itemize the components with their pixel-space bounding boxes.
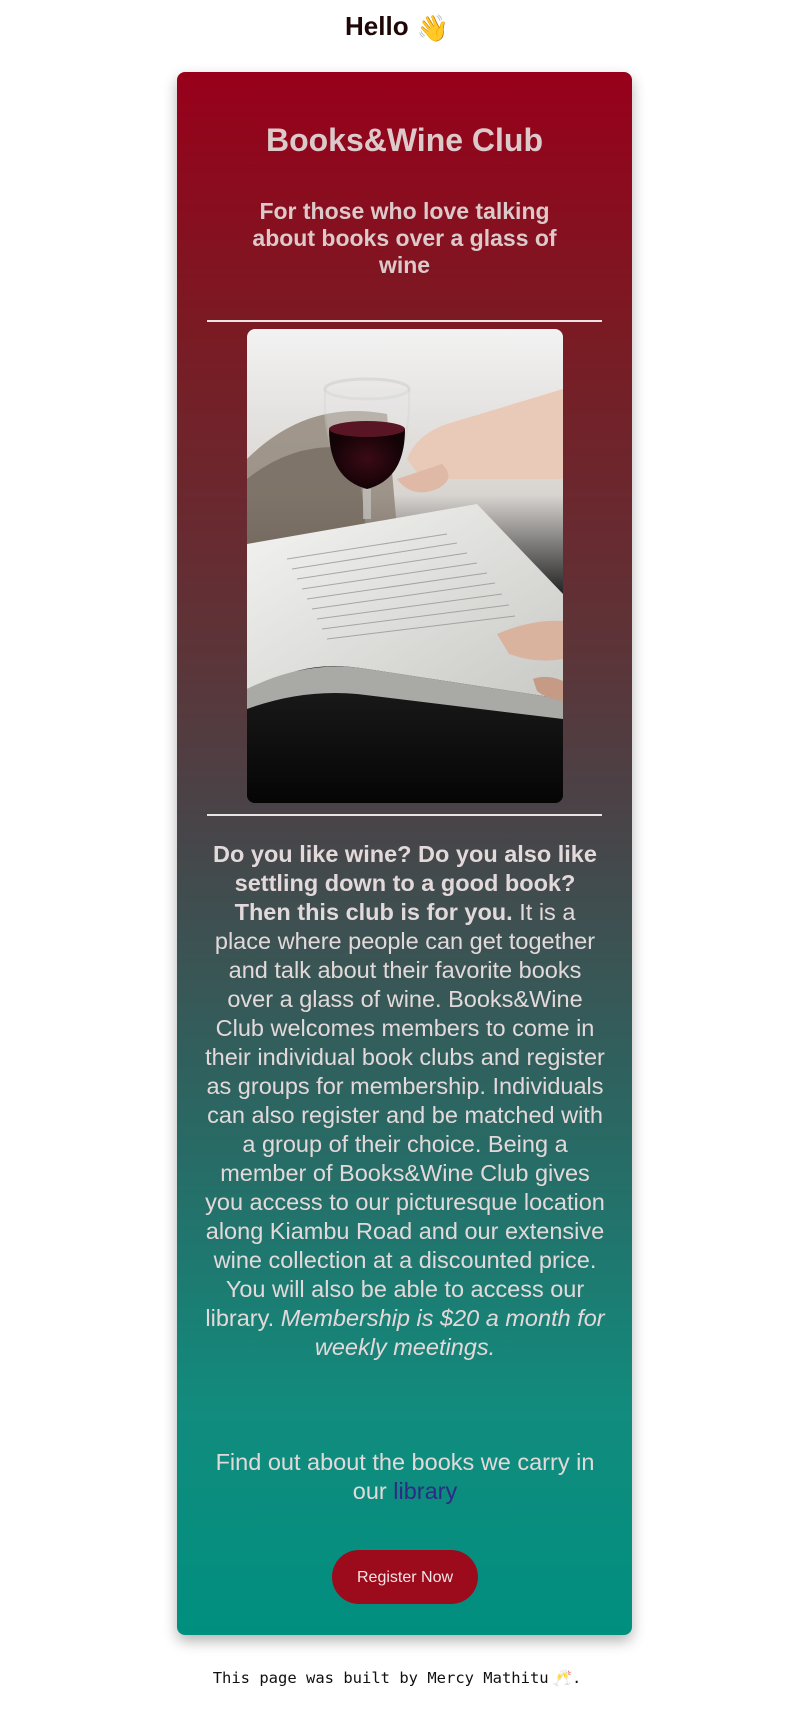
wine-book-photo bbox=[247, 329, 563, 803]
footer-suffix: . bbox=[571, 1669, 582, 1687]
page-greeting: Hello 👋 bbox=[0, 8, 794, 46]
clinking-glasses-icon: 🥂 bbox=[552, 1669, 572, 1687]
bottom-divider bbox=[207, 814, 602, 816]
membership-price: Membership is $20 a month for weekly mee… bbox=[280, 1305, 605, 1360]
register-now-button[interactable]: Register Now bbox=[332, 1550, 478, 1604]
club-card: Books&Wine Club For those who love talki… bbox=[177, 72, 632, 1635]
page-footer: This page was built by Mercy Mathitu 🥂. bbox=[0, 1666, 794, 1690]
club-description: Do you like wine? Do you also like settl… bbox=[205, 840, 605, 1362]
card-title: Books&Wine Club bbox=[265, 122, 544, 158]
library-link[interactable]: library bbox=[393, 1478, 457, 1504]
library-line: Find out about the books we carry in our… bbox=[205, 1448, 605, 1506]
footer-credit: This page was built by Mercy Mathitu bbox=[212, 1669, 549, 1687]
card-subtitle: For those who love talking about books o… bbox=[252, 198, 557, 278]
greeting-text: Hello bbox=[345, 11, 409, 41]
top-divider bbox=[207, 320, 602, 322]
waving-hand-icon: 👋 bbox=[416, 13, 449, 43]
description-body: It is a place where people can get toget… bbox=[205, 899, 605, 1331]
